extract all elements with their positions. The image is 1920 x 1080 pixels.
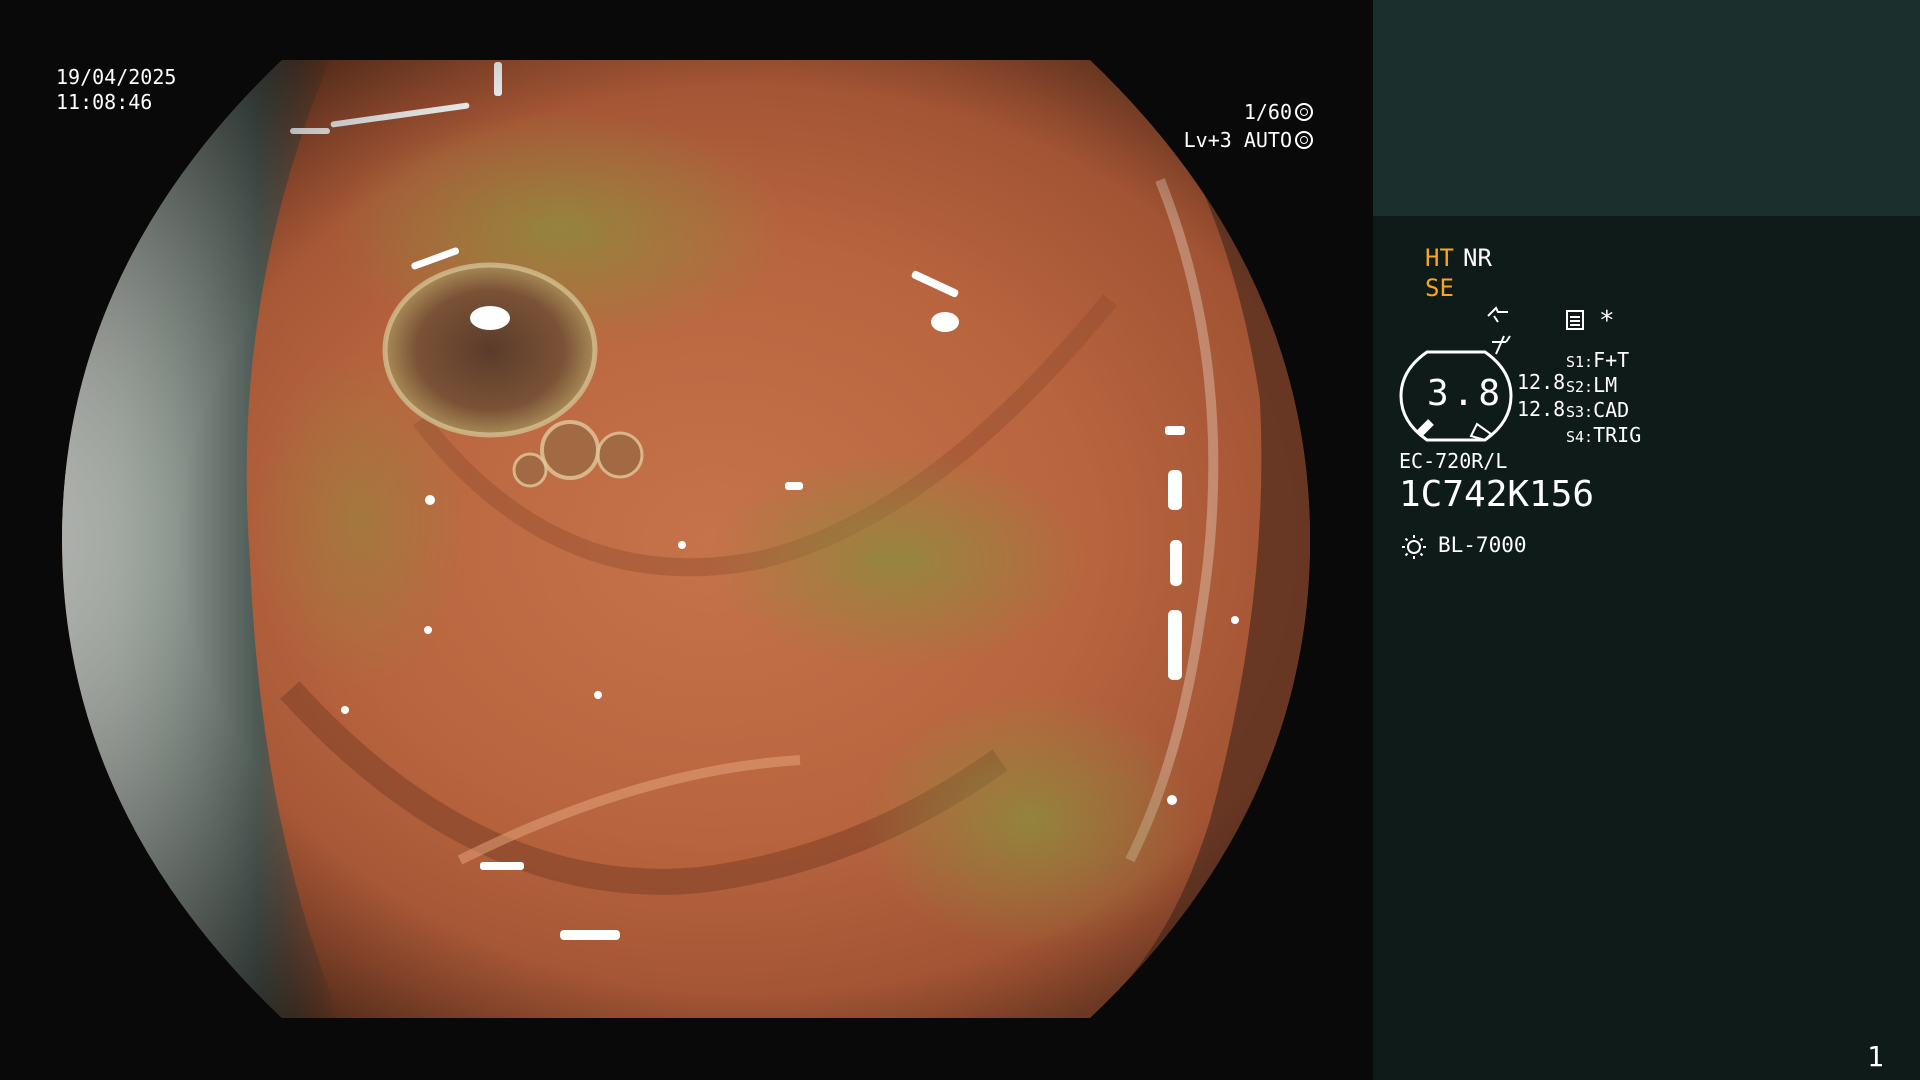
mode-ht: HT <box>1425 244 1454 272</box>
light-source: BL-7000 <box>1438 533 1527 557</box>
switch-row-s4: S4:TRIG <box>1566 423 1641 447</box>
gain-value: Lv+3 AUTO <box>1183 128 1292 152</box>
switch-key: S2: <box>1566 378 1594 396</box>
gauge-readout-2: 12.8 <box>1517 397 1566 421</box>
asterisk-indicator: * <box>1599 306 1615 336</box>
switch-value: F+T <box>1593 348 1630 372</box>
switch-value: LM <box>1593 373 1618 397</box>
scope-serial: 1C742K156 <box>1399 474 1595 515</box>
gauge-readout-1: 12.8 <box>1517 370 1566 394</box>
panel-header <box>1373 0 1920 216</box>
gain-readout: Lv+3 AUTO <box>1184 127 1313 153</box>
switch-row-s3: S3:CAD <box>1566 398 1629 422</box>
endoscope-screen: 19/04/2025 11:08:46 1/60 Lv+3 AUTO HT NR… <box>0 0 1920 1080</box>
sun-icon <box>1402 535 1426 559</box>
info-panel: HT NR SE * 3.8 12.8 12.8 S1:F+T S2:LM S3… <box>1373 0 1920 1080</box>
shutter-value: 1/60 <box>1243 100 1292 124</box>
shutter-readout: 1/60 <box>1244 99 1313 125</box>
gauge-value: 3.8 <box>1427 373 1505 414</box>
mode-se: SE <box>1425 274 1454 302</box>
switch-value: TRIG <box>1593 423 1642 447</box>
switch-row-s2: S2:LM <box>1566 373 1617 397</box>
page-number: 1 <box>1867 1040 1884 1073</box>
endoscopic-image: 19/04/2025 11:08:46 1/60 Lv+3 AUTO <box>0 0 1373 1080</box>
memo-icon <box>1566 310 1584 330</box>
switch-key: S4: <box>1566 428 1594 446</box>
switch-row-s1: S1:F+T <box>1566 348 1629 372</box>
exam-date: 19/04/2025 <box>56 65 177 89</box>
endoscopic-view-graphic <box>62 60 1310 1018</box>
switch-value: CAD <box>1593 398 1630 422</box>
exam-time: 11:08:46 <box>56 90 153 114</box>
switch-key: S1: <box>1566 353 1594 371</box>
mode-nr: NR <box>1463 244 1492 272</box>
aperture-icon <box>1295 103 1313 121</box>
iris-icon <box>1295 131 1313 149</box>
scope-model: EC-720R/L <box>1399 449 1508 473</box>
switch-key: S3: <box>1566 403 1594 421</box>
